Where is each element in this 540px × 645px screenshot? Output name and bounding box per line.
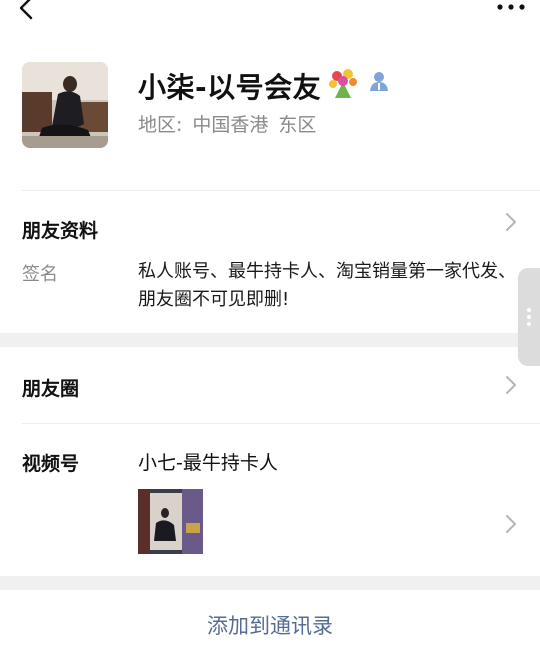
- region-label: 地区:: [138, 114, 183, 136]
- top-bar: [0, 0, 540, 30]
- avatar[interactable]: [22, 62, 108, 148]
- region-value-1: 中国香港: [192, 114, 269, 136]
- chevron-right-icon[interactable]: [505, 212, 517, 232]
- back-icon[interactable]: [14, 0, 40, 22]
- floating-side-handle[interactable]: [518, 268, 540, 366]
- region-info: 地区: 中国香港 东区: [138, 110, 326, 137]
- add-to-contacts-button[interactable]: 添加到通讯录: [0, 590, 540, 645]
- more-icon[interactable]: [496, 2, 526, 12]
- signature-label: 签名: [22, 264, 58, 285]
- handle-dot: [527, 322, 531, 326]
- section-gap: [0, 576, 540, 590]
- region-value-2: 东区: [278, 114, 317, 136]
- channels-label[interactable]: 视频号: [22, 449, 79, 476]
- profile-header: 小柒-以号会友 地区: 中国香港 东区: [0, 60, 540, 160]
- channel-name[interactable]: 小七-最牛持卡人: [138, 448, 278, 475]
- flower-emoji-icon: [329, 69, 357, 98]
- chevron-right-icon[interactable]: [505, 375, 517, 395]
- handle-dot: [527, 315, 531, 319]
- channel-thumbnail[interactable]: [138, 489, 203, 554]
- section-gap: [0, 333, 540, 347]
- moments-label[interactable]: 朋友圈: [22, 374, 79, 401]
- divider: [22, 423, 540, 424]
- friend-info-label[interactable]: 朋友资料: [22, 216, 98, 243]
- channel-thumbnail-image: [138, 489, 203, 554]
- divider: [22, 190, 540, 191]
- person-icon: [370, 72, 388, 91]
- handle-dot: [527, 308, 531, 312]
- avatar-image: [22, 62, 108, 148]
- chevron-right-icon[interactable]: [505, 514, 517, 534]
- profile-name: 小柒-以号会友: [138, 71, 322, 104]
- signature-text: 私人账号、最牛持卡人、淘宝销量第一家代发、朋友圈不可见即删!: [138, 261, 516, 310]
